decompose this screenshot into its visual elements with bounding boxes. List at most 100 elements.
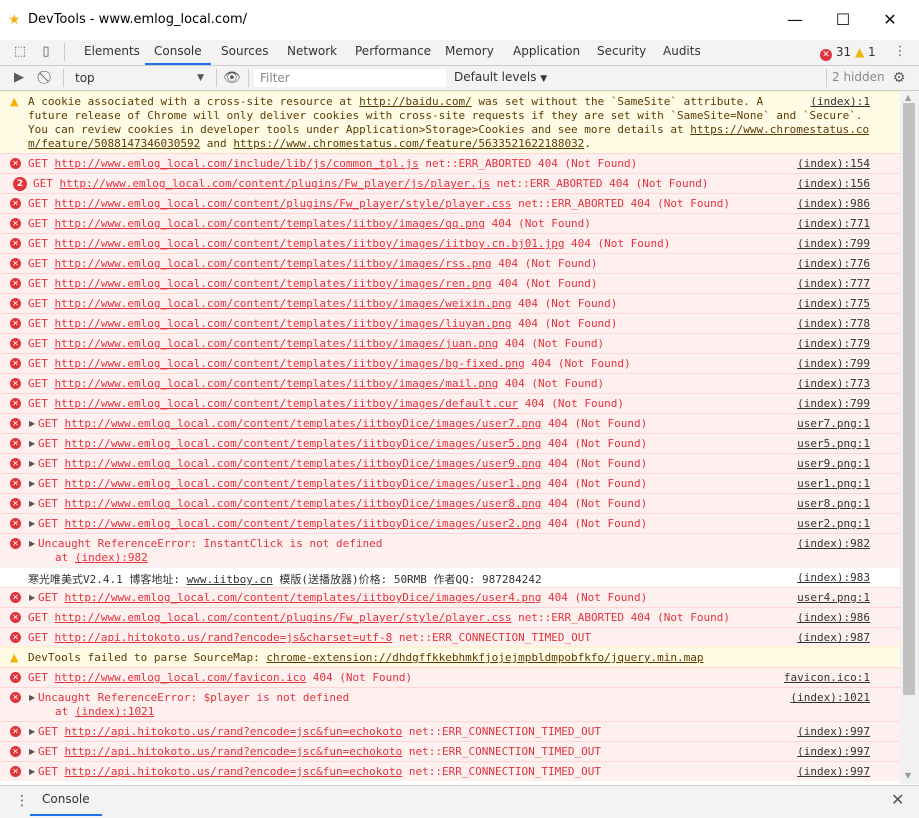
console-error-row[interactable]: ✕ GET http://www.emlog_local.com/content/…	[0, 293, 900, 313]
console-error-row[interactable]: ✕ GET http://www.emlog_local.com/favicon.…	[0, 667, 900, 687]
scroll-up-arrow-icon[interactable]: ▲	[905, 93, 911, 102]
source-link[interactable]: (index):986	[797, 197, 870, 210]
clear-console-icon[interactable]: ⃠	[39, 70, 55, 86]
filter-input[interactable]	[254, 69, 446, 87]
console-error-row[interactable]: ✕ ▶ GET http://www.emlog_local.com/content…	[0, 413, 900, 433]
expand-triangle-icon[interactable]: ▶	[29, 457, 35, 471]
console-error-row[interactable]: ✕ ▶ GET http://api.hitokoto.us/rand?encode…	[0, 721, 900, 741]
console-error-row[interactable]: ✕ ▶ GET http://api.hitokoto.us/rand?encode…	[0, 741, 900, 761]
console-error-row[interactable]: ✕ GET http://www.emlog_local.com/content/…	[0, 273, 900, 293]
console-error-row[interactable]: ✕ GET http://api.hitokoto.us/rand?encode=…	[0, 627, 900, 647]
console-error-row[interactable]: ✕ ▶ GET http://www.emlog_local.com/content…	[0, 433, 900, 453]
source-link[interactable]: favicon.ico:1	[784, 671, 870, 684]
source-link[interactable]: (index):771	[797, 217, 870, 230]
console-scrollbar[interactable]: ▲ ▼	[900, 91, 919, 784]
minimize-button[interactable]: —	[772, 0, 818, 40]
tab-audits[interactable]: Audits	[654, 40, 710, 65]
issue-counters[interactable]: ✕ 31 ▲ 1	[820, 44, 876, 61]
source-link[interactable]: user4.png:1	[797, 591, 870, 604]
sidebar-toggle-icon[interactable]: ▶	[11, 70, 27, 86]
console-warning-row[interactable]: ▲ DevTools failed to parse SourceMap: chr…	[0, 647, 900, 667]
close-window-button[interactable]: ✕	[867, 0, 913, 40]
console-error-row[interactable]: ✕ GET http://www.emlog_local.com/content/…	[0, 607, 900, 627]
expand-triangle-icon[interactable]: ▶	[29, 591, 35, 605]
source-link[interactable]: (index):1021	[791, 691, 870, 704]
context-selector[interactable]: top ▼	[68, 68, 210, 88]
console-error-row[interactable]: ✕ ▶ GET http://www.emlog_local.com/content…	[0, 513, 900, 533]
expand-triangle-icon[interactable]: ▶	[29, 517, 35, 531]
scroll-down-arrow-icon[interactable]: ▼	[905, 771, 911, 780]
source-link[interactable]: (index):1	[810, 95, 870, 108]
console-error-row[interactable]: ✕ ▶ GET http://www.emlog_local.com/content…	[0, 493, 900, 513]
console-error-row[interactable]: ✕ ▶ GET http://www.emlog_local.com/content…	[0, 587, 900, 607]
inspect-element-icon[interactable]: ⬚	[12, 44, 28, 60]
console-error-row[interactable]: ✕ ▶ GET http://www.emlog_local.com/content…	[0, 453, 900, 473]
tab-console[interactable]: Console	[145, 40, 211, 65]
console-warning-row[interactable]: ▲ A cookie associated with a cross-site r…	[0, 91, 900, 153]
expand-triangle-icon[interactable]: ▶	[29, 477, 35, 491]
tab-sources[interactable]: Sources	[212, 40, 277, 65]
expand-triangle-icon[interactable]: ▶	[29, 725, 35, 739]
console-error-row[interactable]: ✕ ▶ GET http://api.hitokoto.us/rand?encode…	[0, 761, 900, 781]
tab-memory[interactable]: Memory	[436, 40, 503, 65]
settings-gear-icon[interactable]: ⚙	[891, 70, 907, 86]
source-link[interactable]: (index):776	[797, 257, 870, 270]
console-error-row[interactable]: 2 GET http://www.emlog_local.com/content/…	[0, 173, 900, 193]
console-error-row[interactable]: ✕ GET http://www.emlog_local.com/content/…	[0, 313, 900, 333]
source-link[interactable]: (index):983	[797, 571, 870, 584]
source-link[interactable]: (index):799	[797, 357, 870, 370]
source-link[interactable]: (index):156	[797, 177, 870, 190]
expand-triangle-icon[interactable]: ▶	[29, 537, 35, 551]
source-link[interactable]: user5.png:1	[797, 437, 870, 450]
console-error-row[interactable]: ✕ GET http://www.emlog_local.com/content/…	[0, 193, 900, 213]
expand-triangle-icon[interactable]: ▶	[29, 765, 35, 779]
source-link[interactable]: (index):777	[797, 277, 870, 290]
drawer-tab-console[interactable]: Console	[30, 786, 102, 816]
source-link[interactable]: (index):775	[797, 297, 870, 310]
console-error-row[interactable]: ✕ ▶ Uncaught ReferenceError: InstantClick …	[0, 533, 900, 567]
drawer-menu-icon[interactable]: ⋮	[15, 790, 29, 812]
console-error-row[interactable]: ✕ GET http://www.emlog_local.com/content/…	[0, 353, 900, 373]
console-error-row[interactable]: ✕ ▶ GET http://www.emlog_local.com/content…	[0, 473, 900, 493]
source-link[interactable]: (index):779	[797, 337, 870, 350]
device-toolbar-icon[interactable]: ▯	[38, 44, 54, 60]
source-link[interactable]: user1.png:1	[797, 477, 870, 490]
console-error-row[interactable]: ✕ GET http://www.emlog_local.com/content/…	[0, 253, 900, 273]
tab-security[interactable]: Security	[588, 40, 655, 65]
source-link[interactable]: (index):773	[797, 377, 870, 390]
console-error-row[interactable]: ✕ ▶ Uncaught ReferenceError: $player is no…	[0, 687, 900, 721]
source-link[interactable]: (index):799	[797, 237, 870, 250]
console-error-row[interactable]: ✕ GET http://www.emlog_local.com/content/…	[0, 373, 900, 393]
source-link[interactable]: (index):986	[797, 611, 870, 624]
expand-triangle-icon[interactable]: ▶	[29, 497, 35, 511]
source-link[interactable]: (index):778	[797, 317, 870, 330]
tab-network[interactable]: Network	[278, 40, 346, 65]
scrollbar-thumb[interactable]	[903, 103, 915, 695]
stack-trace-line[interactable]: at (index):982	[55, 551, 148, 564]
console-error-row[interactable]: ✕ GET http://www.emlog_local.com/include/…	[0, 153, 900, 173]
expand-triangle-icon[interactable]: ▶	[29, 417, 35, 431]
expand-triangle-icon[interactable]: ▶	[29, 745, 35, 759]
close-drawer-icon[interactable]: ✕	[891, 790, 904, 810]
stack-trace-line[interactable]: at (index):1021	[55, 705, 154, 718]
maximize-button[interactable]: ☐	[820, 0, 866, 40]
tab-performance[interactable]: Performance	[346, 40, 440, 65]
source-link[interactable]: (index):997	[797, 725, 870, 738]
tab-elements[interactable]: Elements	[75, 40, 149, 65]
expand-triangle-icon[interactable]: ▶	[29, 437, 35, 451]
console-error-row[interactable]: ✕ GET http://www.emlog_local.com/content/…	[0, 333, 900, 353]
console-log-row[interactable]: 寒光唯美式V2.4.1 博客地址: www.iitboy.cn 模版(送播放器)…	[0, 567, 900, 587]
more-options-icon[interactable]: ⋮	[892, 44, 908, 60]
source-link[interactable]: user8.png:1	[797, 497, 870, 510]
log-levels-dropdown[interactable]: Default levels ▼	[454, 66, 547, 90]
source-link[interactable]: user2.png:1	[797, 517, 870, 530]
tab-application[interactable]: Application	[504, 40, 589, 65]
console-error-row[interactable]: ✕ GET http://www.emlog_local.com/content/…	[0, 213, 900, 233]
expand-triangle-icon[interactable]: ▶	[29, 691, 35, 705]
source-link[interactable]: (index):997	[797, 745, 870, 758]
source-link[interactable]: (index):799	[797, 397, 870, 410]
source-link[interactable]: (index):982	[797, 537, 870, 550]
console-error-row[interactable]: ✕ GET http://www.emlog_local.com/content/…	[0, 233, 900, 253]
source-link[interactable]: user7.png:1	[797, 417, 870, 430]
eye-icon[interactable]: 👁	[223, 70, 241, 86]
